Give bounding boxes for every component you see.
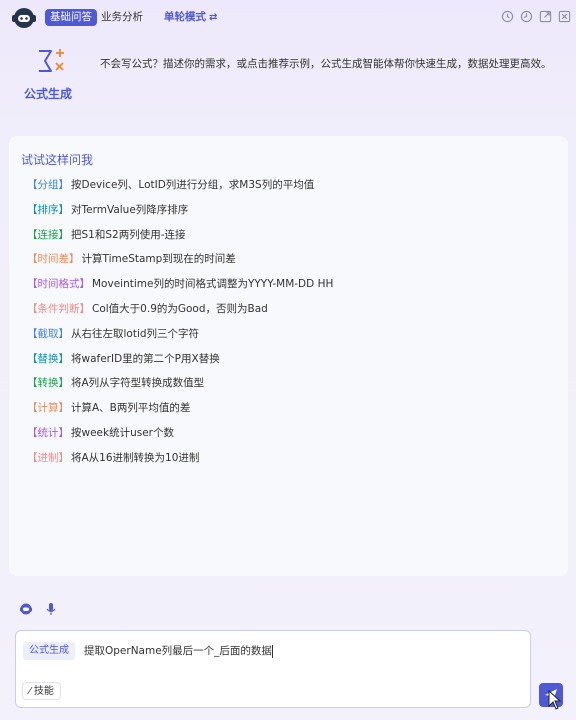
- mouse-cursor-icon: [548, 690, 562, 710]
- suggestion-tag: 【计算】: [27, 402, 69, 415]
- suggestion-text: Moveintime列的时间格式调整为YYYY-MM-DD HH: [92, 278, 334, 291]
- intro-description: 不会写公式？描述你的需求，或点击推荐示例，公式生成智能体帮你快速生成，数据处理更…: [100, 58, 552, 70]
- suggestion-item[interactable]: 【连接】 把S1和S2两列使用-连接: [27, 227, 185, 244]
- message-input-value: 提取OperName列最后一个_后面的数据: [84, 645, 272, 657]
- mode-toggle[interactable]: 单轮模式 ⇄: [164, 9, 217, 26]
- formula-title: 公式生成: [24, 87, 73, 101]
- suggestion-tag: 【统计】: [27, 427, 69, 439]
- message-input[interactable]: 提取OperName列最后一个_后面的数据: [84, 642, 273, 660]
- popout-icon[interactable]: [539, 10, 552, 23]
- skill-button[interactable]: ⁄ 技能: [22, 682, 61, 700]
- history-icon[interactable]: [501, 10, 514, 23]
- suggestion-item[interactable]: 【分组】 按Device列、LotID列进行分组，求M3S列的平均值: [27, 177, 314, 194]
- suggestion-text: 把S1和S2两列使用-连接: [71, 228, 186, 241]
- suggestion-item[interactable]: 【条件判断】 Col值大于0.9的为Good，否则为Bad: [27, 301, 268, 318]
- mode-label: 单轮模式: [164, 11, 206, 23]
- formula-chip[interactable]: 公式生成: [23, 642, 75, 660]
- suggestion-item[interactable]: 【进制】 将A从16进制转换为10进制: [27, 450, 199, 467]
- suggestion-text: 从右往左取lotid列三个字符: [71, 327, 200, 340]
- suggestion-text: 计算A、B两列平均值的差: [71, 402, 191, 415]
- suggestion-tag: 【条件判断】: [27, 303, 90, 315]
- suggestion-text: 计算TimeStamp到现在的时间差: [81, 253, 236, 266]
- suggestion-tag: 【时间格式】: [27, 278, 90, 291]
- top-bar: 基础问答 业务分析 单轮模式 ⇄: [0, 0, 576, 34]
- suggestion-text: 按week统计user个数: [71, 427, 174, 439]
- suggestion-item[interactable]: 【统计】 按week统计user个数: [27, 425, 174, 442]
- suggestion-item[interactable]: 【截取】 从右往左取lotid列三个字符: [27, 326, 199, 343]
- message-composer[interactable]: 公式生成 提取OperName列最后一个_后面的数据 ⁄ 技能: [15, 630, 531, 708]
- clock-icon[interactable]: [520, 10, 533, 23]
- suggestion-text: Col值大于0.9的为Good，否则为Bad: [92, 303, 268, 315]
- suggestion-item[interactable]: 【排序】 对TermValue列降序排序: [27, 202, 188, 219]
- suggestion-tag: 【连接】: [27, 228, 69, 241]
- suggestion-tag: 【分组】: [27, 179, 69, 191]
- suggestion-tag: 【排序】: [27, 203, 69, 216]
- suggestion-text: 对TermValue列降序排序: [71, 203, 189, 216]
- suggestion-text: 将waferID里的第二个P用X替换: [71, 352, 220, 365]
- suggestion-item[interactable]: 【转换】 将A列从字符型转换成数值型: [27, 375, 204, 392]
- suggestion-tag: 【转换】: [27, 377, 69, 390]
- tab-business-analysis[interactable]: 业务分析: [101, 9, 143, 26]
- switch-icon: ⇄: [209, 12, 218, 23]
- robot-avatar-icon: [12, 8, 36, 28]
- tab-basic-qa[interactable]: 基础问答: [45, 9, 97, 26]
- suggestions-card: 试试这样问我 【分组】 按Device列、LotID列进行分组，求M3S列的平均值…: [9, 136, 568, 576]
- suggestion-text: 将A列从字符型转换成数值型: [71, 377, 205, 390]
- suggestion-text: 按Device列、LotID列进行分组，求M3S列的平均值: [71, 179, 315, 191]
- close-icon[interactable]: [558, 10, 571, 23]
- suggestion-tag: 【进制】: [27, 451, 69, 464]
- wand-icon: ⁄: [29, 686, 31, 697]
- suggestion-tag: 【时间差】: [27, 253, 80, 266]
- suggestion-item[interactable]: 【替换】 将waferID里的第二个P用X替换: [27, 351, 220, 368]
- suggestion-item[interactable]: 【计算】 计算A、B两列平均值的差: [27, 400, 190, 417]
- formula-icon: [39, 49, 64, 72]
- suggestions-title: 试试这样问我: [21, 153, 94, 167]
- skill-label: 技能: [33, 686, 54, 697]
- suggestion-tag: 【截取】: [27, 327, 69, 340]
- suggestion-text: 将A从16进制转换为10进制: [71, 451, 200, 464]
- suggestion-item[interactable]: 【时间差】 计算TimeStamp到现在的时间差: [27, 251, 236, 268]
- suggestion-tag: 【替换】: [27, 352, 69, 365]
- microphone-icon[interactable]: [44, 602, 58, 616]
- text-caret: [271, 644, 273, 658]
- suggestion-item[interactable]: 【时间格式】 Moveintime列的时间格式调整为YYYY-MM-DD HH: [27, 276, 333, 293]
- assistant-icon[interactable]: [19, 602, 33, 616]
